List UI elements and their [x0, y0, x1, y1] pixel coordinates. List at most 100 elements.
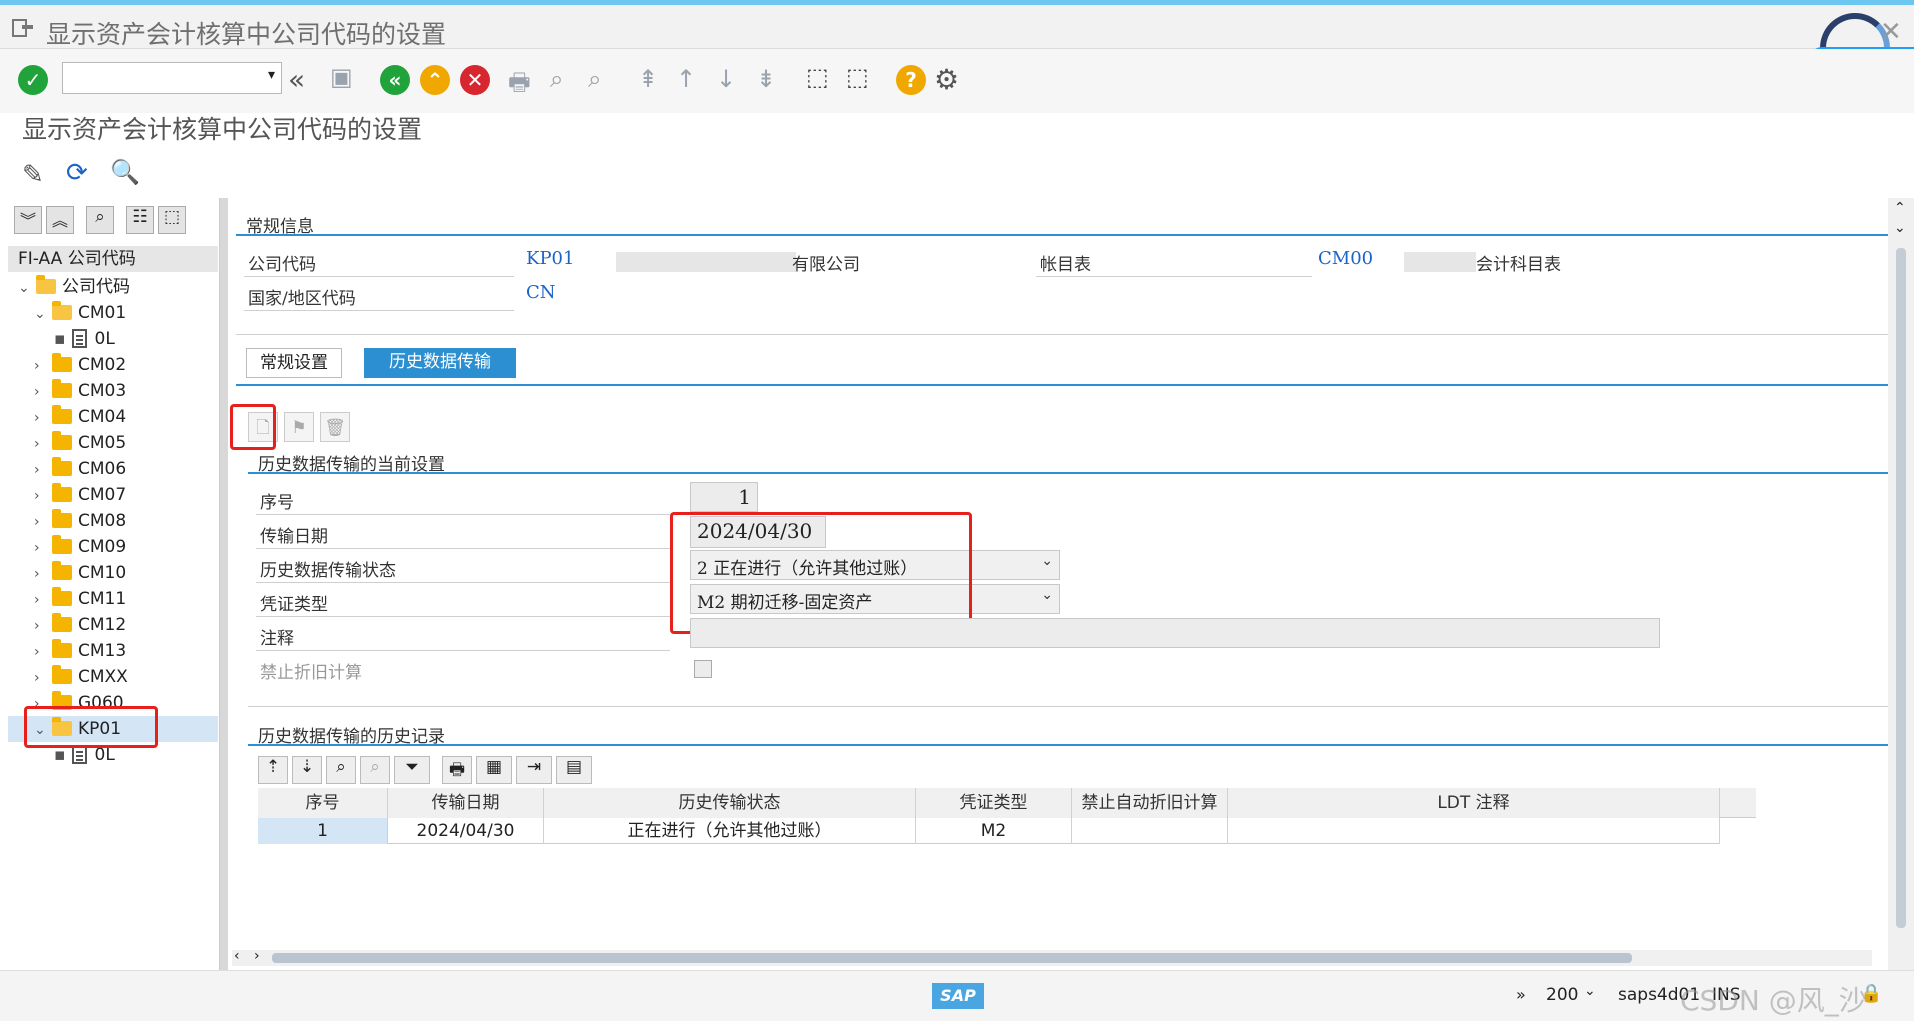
display-object-icon[interactable]: 🔍 [110, 158, 140, 186]
tree-item-cmxx[interactable]: › CMXX [34, 664, 128, 690]
tree-child-cm01-0l[interactable]: ▪ 0L [54, 326, 115, 352]
column-header[interactable]: 传输日期 [388, 788, 544, 818]
tree-item-cm11[interactable]: › CM11 [34, 586, 126, 612]
tree-item-cm09[interactable]: › CM09 [34, 534, 126, 560]
chevron-right-icon[interactable]: › [34, 509, 52, 535]
status-expand-icon[interactable]: » [1516, 985, 1526, 1004]
layout-icon[interactable]: ▤ [556, 756, 592, 784]
chevron-right-icon[interactable]: › [34, 535, 52, 561]
chevron-right-icon[interactable]: › [34, 405, 52, 431]
export-icon[interactable]: ⇥ [516, 756, 552, 784]
cancel-icon[interactable]: ✕ [460, 65, 490, 95]
tree-structure-icon[interactable]: ☷ [126, 206, 154, 234]
sort-ascending-icon[interactable]: ⇡ [258, 756, 288, 784]
help-icon[interactable]: ? [896, 65, 926, 95]
print-icon[interactable]: 🖶 [442, 756, 472, 784]
chevron-down-icon[interactable]: ⌄ [1041, 587, 1053, 603]
tree-item-cm05[interactable]: › CM05 [34, 430, 126, 456]
create-session-icon[interactable]: ⬚ [806, 63, 829, 91]
menu-icon[interactable] [12, 19, 34, 37]
edit-pencil-icon[interactable]: ✎ [22, 160, 44, 190]
tree-item-cm13[interactable]: › CM13 [34, 638, 126, 664]
table-cell[interactable] [1072, 818, 1228, 844]
find-icon[interactable]: ⌕ [550, 65, 563, 93]
table-cell[interactable]: 1 [258, 818, 388, 844]
previous-page-icon[interactable]: ↑ [676, 65, 696, 93]
chevron-right-icon[interactable]: › [34, 457, 52, 483]
tree-item-cm07[interactable]: › CM07 [34, 482, 126, 508]
column-header[interactable]: LDT 注释 [1228, 788, 1720, 818]
settings-gear-icon[interactable]: ⚙ [934, 63, 959, 96]
enter-check-icon[interactable]: ✓ [18, 65, 48, 95]
no-depreciation-checkbox[interactable] [694, 660, 712, 678]
panel-splitter[interactable] [220, 198, 228, 970]
chevron-right-icon[interactable]: › [34, 665, 52, 691]
table-cell[interactable] [1228, 818, 1720, 844]
tab-history-transfer[interactable]: 历史数据传输 [364, 348, 516, 378]
flag-button[interactable]: ⚑ [284, 412, 314, 442]
table-cell[interactable]: M2 [916, 818, 1072, 844]
chevron-down-icon[interactable]: ⌄ [18, 275, 36, 301]
collapse-all-icon[interactable]: ︽ [46, 206, 74, 234]
sort-descending-icon[interactable]: ⇣ [292, 756, 322, 784]
column-header[interactable]: 历史传输状态 [544, 788, 916, 818]
tree-item-cm06[interactable]: › CM06 [34, 456, 126, 482]
chevron-right-icon[interactable]: › [34, 561, 52, 587]
company-code-value[interactable]: KP01 [526, 248, 574, 269]
tree-item-cm08[interactable]: › CM08 [34, 508, 126, 534]
table-cell[interactable]: 正在进行（允许其他过账） [544, 818, 916, 844]
tree-item-cm10[interactable]: › CM10 [34, 560, 126, 586]
scrollbar-thumb[interactable] [272, 953, 1632, 963]
last-page-icon[interactable]: ⇟ [756, 65, 776, 93]
delete-button[interactable]: 🗑 [320, 412, 350, 442]
print-icon[interactable]: 🖶 [508, 65, 531, 106]
country-value[interactable]: CN [526, 282, 556, 303]
back-icon[interactable]: « [380, 65, 410, 95]
save-icon[interactable]: ▣ [330, 63, 353, 91]
column-header[interactable]: 序号 [258, 788, 388, 818]
first-page-icon[interactable]: ⇞ [638, 65, 658, 93]
chart-code-value[interactable]: CM00 [1318, 248, 1373, 269]
filter-icon[interactable]: ⏷ [394, 756, 430, 784]
scrollbar-thumb[interactable] [1896, 248, 1906, 928]
chevron-right-icon[interactable]: › [34, 639, 52, 665]
column-header[interactable]: 禁止自动折旧计算 [1072, 788, 1228, 818]
scroll-up-icon[interactable]: ⌃ [1894, 200, 1906, 216]
table-row[interactable]: 1 2024/04/30 正在进行（允许其他过账） M2 [258, 818, 1720, 844]
chevron-down-icon[interactable]: ⌄ [1041, 553, 1053, 569]
views-icon[interactable]: ▦ [476, 756, 512, 784]
exit-icon[interactable]: ⌃ [420, 65, 450, 95]
chevron-right-icon[interactable]: › [34, 613, 52, 639]
scroll-right-icon[interactable]: › [254, 948, 260, 964]
collapse-toolbar-icon[interactable]: « [288, 63, 305, 96]
chevron-down-icon[interactable]: ⌄ [1584, 983, 1596, 999]
tree-item-cm04[interactable]: › CM04 [34, 404, 126, 430]
chevron-down-icon[interactable]: ▾ [268, 67, 275, 83]
find-icon[interactable]: ⌕ [326, 756, 356, 784]
chevron-right-icon[interactable]: › [34, 431, 52, 457]
command-field[interactable]: ▾ [62, 62, 282, 94]
tab-general-settings[interactable]: 常规设置 [246, 348, 342, 378]
chevron-down-icon[interactable]: ⌄ [34, 301, 52, 327]
chevron-right-icon[interactable]: › [34, 483, 52, 509]
find-next-icon[interactable]: ⌕ [360, 756, 390, 784]
tree-find-icon[interactable]: ⌕ [86, 206, 114, 234]
tree-select-icon[interactable]: ⬚ [158, 206, 186, 234]
scroll-down-icon[interactable]: ⌄ [1894, 220, 1906, 236]
tree-item-cm02[interactable]: › CM02 [34, 352, 126, 378]
chevron-right-icon[interactable]: › [34, 379, 52, 405]
expand-all-icon[interactable]: ︾ [14, 206, 42, 234]
column-header[interactable]: 凭证类型 [916, 788, 1072, 818]
note-field[interactable] [690, 618, 1660, 648]
close-icon[interactable]: ✕ [1880, 17, 1902, 47]
vertical-scrollbar[interactable]: ⌃ ⌄ [1888, 198, 1914, 970]
table-cell[interactable]: 2024/04/30 [388, 818, 544, 844]
chevron-right-icon[interactable]: › [34, 587, 52, 613]
find-next-icon[interactable]: ⌕ [588, 65, 601, 93]
tree-item-cm12[interactable]: › CM12 [34, 612, 126, 638]
tree-item-cm03[interactable]: › CM03 [34, 378, 126, 404]
tree-item-cm01[interactable]: ⌄ CM01 [34, 300, 126, 326]
shortcut-icon[interactable]: ⬚ [846, 63, 869, 91]
horizontal-scrollbar[interactable]: ‹ › [232, 948, 1872, 966]
scroll-left-icon[interactable]: ‹ [234, 948, 240, 964]
